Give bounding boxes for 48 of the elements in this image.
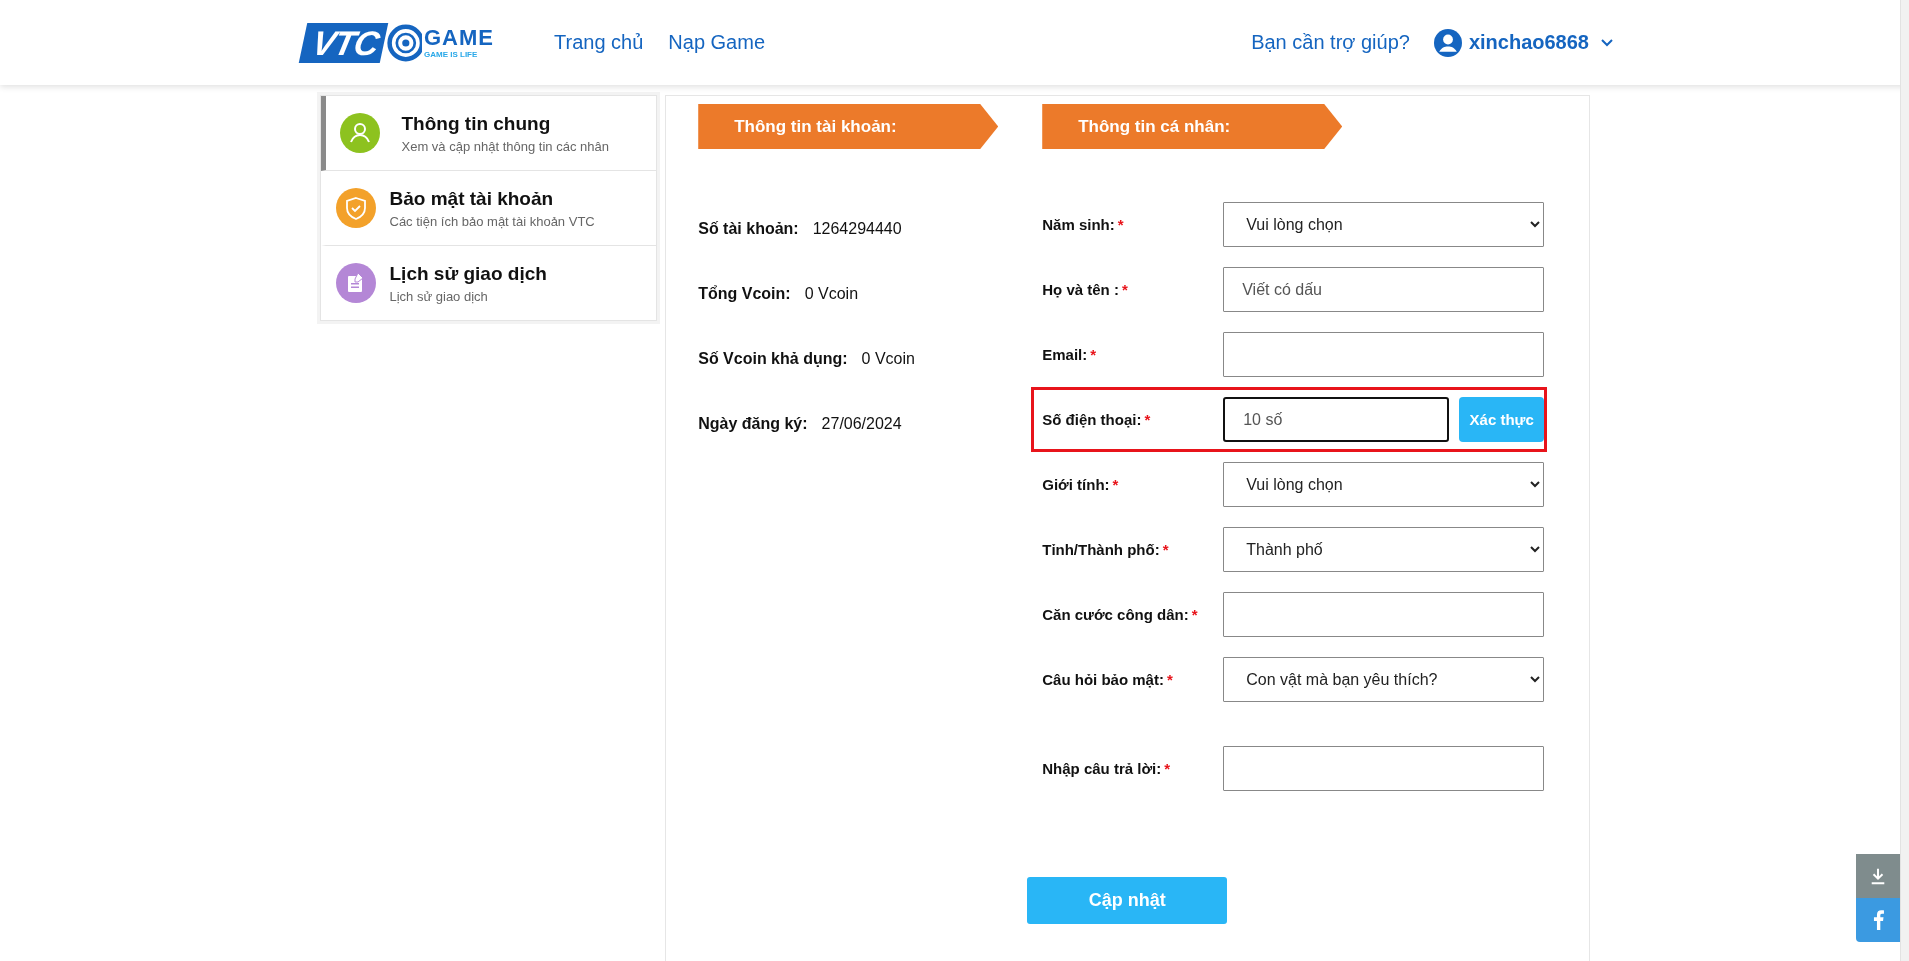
scrollbar[interactable] [1900,0,1909,961]
username[interactable]: xinchao6868 [1468,31,1589,54]
user-avatar-icon[interactable] [1433,28,1462,57]
field-value: 1264294440 [812,219,902,238]
field-label: Ngày đăng ký: [698,414,808,433]
field-value: 0 Vcoin [804,284,859,303]
field-label: Số tài khoản: [698,219,799,238]
nav-link[interactable]: Trang chủ [554,31,644,54]
section-heading: Thông tin cá nhân: [1042,104,1343,149]
field-label: Năm sinh: * [1042,216,1125,233]
field-label: Số điện thoại: * [1042,411,1152,428]
field-label: Họ và tên : * [1042,281,1129,298]
input-field[interactable] [1223,746,1545,791]
facebook-icon [1872,910,1884,930]
input-field[interactable] [1223,592,1545,637]
sidebar-item[interactable]: Lịch sử giao dịch Lịch sử giao dịch [320,246,657,320]
field-label: Email: * [1042,346,1098,363]
field-label: Số Vcoin khả dụng: [698,349,848,368]
input-field[interactable] [1223,332,1545,377]
field-label: Câu hỏi bảo mật: * [1042,671,1174,688]
help-link[interactable]: Bạn cần trợ giúp? [1251,31,1410,54]
field-label: Căn cước công dân: * [1042,606,1199,623]
download-icon [1869,867,1887,885]
download-button[interactable] [1856,854,1900,898]
sidebar-item[interactable]: Bảo mật tài khoản Các tiện ích bảo mật tài khoản VTC [320,171,657,246]
section-heading: Thông tin tài khoản: [698,104,999,149]
dropdown[interactable]: Vui lòng chọn [1223,462,1545,507]
facebook-button[interactable] [1856,898,1900,942]
field-value: 0 Vcoin [861,349,915,368]
field-label: Nhập câu trả lời: * [1042,760,1172,777]
caret-icon[interactable] [1601,38,1613,47]
menu-subtitle: Xem và cập nhật thông tin các nhân [401,138,609,154]
field-value: 27/06/2024 [821,414,902,433]
sidebar-item[interactable]: Thông tin chung Xem và cập nhật thông tin các nhân [320,96,657,171]
input-field[interactable]: Viết có dấu [1223,267,1545,312]
nav-link[interactable]: Nạp Game [668,31,766,54]
input-field[interactable]: 10 số [1223,397,1450,442]
field-label: Tỉnh/Thành phố: * [1042,541,1170,558]
menu-title: Bảo mật tài khoản [389,187,555,210]
menu-subtitle: Các tiện ích bảo mật tài khoản VTC [389,213,595,229]
dropdown[interactable]: Con vật mà bạn yêu thích? [1223,657,1545,702]
dropdown[interactable]: Vui lòng chọn [1223,202,1545,247]
dropdown[interactable]: Thành phố [1223,527,1545,572]
menu-title: Lịch sử giao dịch [389,262,547,285]
menu-title: Thông tin chung [401,112,552,135]
field-label: Tổng Vcoin: [698,284,791,303]
field-label: Giới tính: * [1042,476,1120,493]
menu-subtitle: Lịch sử giao dịch [389,288,489,304]
